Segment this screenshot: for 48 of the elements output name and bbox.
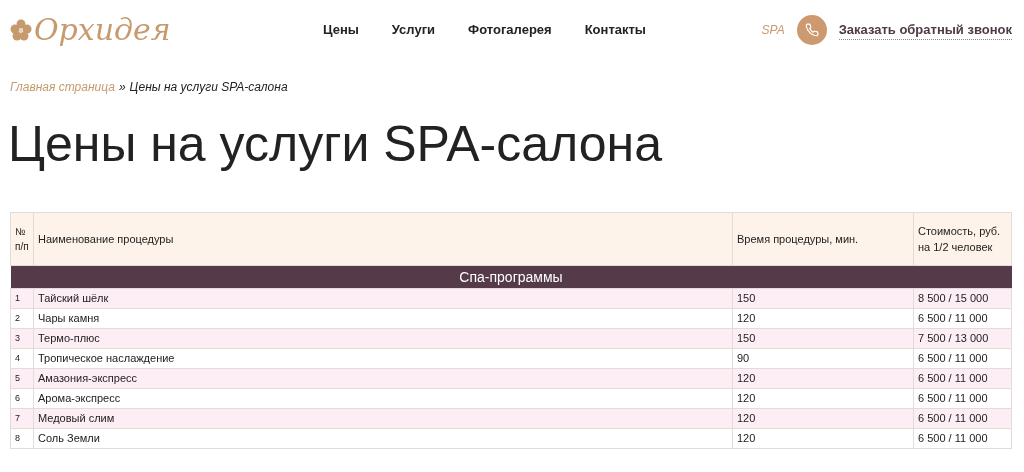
table-cell: Термо-плюс (33, 328, 733, 349)
table-cell: 90 (732, 348, 914, 369)
table-cell: Тайский шёлк (33, 288, 733, 309)
column-header: Наименование процедуры (33, 212, 733, 266)
flower-icon (10, 19, 32, 41)
table-cell: Арома-экспресс (33, 388, 733, 409)
table-cell: 120 (732, 388, 914, 409)
table-cell: 3 (10, 328, 34, 349)
phone-button[interactable] (796, 15, 827, 45)
column-header: Время процедуры, мин. (732, 212, 914, 266)
table-cell: 7 (10, 408, 34, 429)
table-cell: 6 500 / 11 000 (913, 428, 1012, 449)
column-header: № п/п (10, 212, 34, 266)
table-cell: Соль Земли (33, 428, 733, 449)
column-header: Стоимость, руб. на 1/2 человек (913, 212, 1012, 266)
table-cell: 5 (10, 368, 34, 389)
nav-link[interactable]: Цены (323, 20, 359, 40)
table-cell: 6 500 / 11 000 (913, 408, 1012, 429)
table-cell: 120 (732, 368, 914, 389)
table-cell: 150 (732, 328, 914, 349)
table-cell: 150 (732, 288, 914, 309)
nav-link[interactable]: Контакты (584, 20, 646, 40)
table-cell: 6 500 / 11 000 (913, 308, 1012, 329)
table-cell: 4 (10, 348, 34, 369)
table-cell: 7 500 / 13 000 (913, 328, 1012, 349)
table-cell: 120 (732, 308, 914, 329)
table-cell: 6 500 / 11 000 (913, 368, 1012, 389)
table-cell: 8 500 / 15 000 (913, 288, 1012, 309)
table-cell: 120 (732, 408, 914, 429)
table-cell: Тропическое наслаждение (33, 348, 733, 369)
table-cell: Амазония-экспресс (33, 368, 733, 389)
callback-link[interactable]: Заказать обратный звонок (838, 19, 1012, 41)
table-cell: 6 500 / 11 000 (913, 388, 1012, 409)
nav-link[interactable]: Услуги (391, 20, 436, 40)
table-cell: 1 (10, 288, 34, 309)
table-cell: 6 (10, 388, 34, 409)
nav-link[interactable]: Фотогалерея (468, 20, 552, 40)
table-cell: 120 (732, 428, 914, 449)
breadcrumb-separator: » (118, 79, 126, 96)
table-cell: Медовый слим (33, 408, 733, 429)
breadcrumb-current: Цены на услуги SPA-салона (129, 79, 288, 96)
group-header: Спа-программы (10, 265, 1012, 289)
page-title: Цены на услуги SPA-салона (7, 115, 663, 174)
phone-icon (804, 23, 819, 37)
table-cell: 6 500 / 11 000 (913, 348, 1012, 369)
table-cell: 8 (10, 428, 34, 449)
table-cell: Чары камня (33, 308, 733, 329)
table-cell: 2 (10, 308, 34, 329)
